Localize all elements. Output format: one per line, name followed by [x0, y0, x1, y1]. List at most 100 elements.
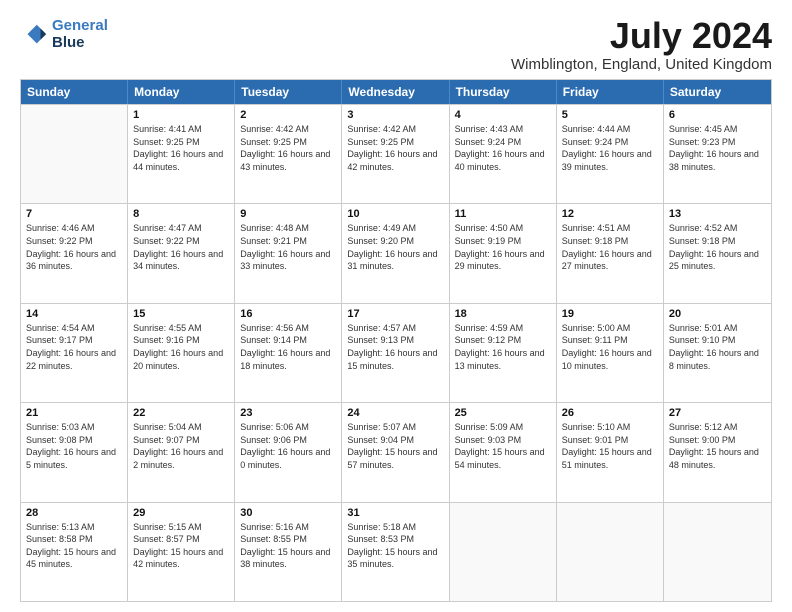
subtitle: Wimblington, England, United Kingdom [511, 56, 772, 73]
day-number: 27 [669, 407, 766, 419]
calendar-cell: 31 Sunrise: 5:18 AMSunset: 8:53 PMDaylig… [342, 503, 449, 601]
calendar-cell: 4 Sunrise: 4:43 AMSunset: 9:24 PMDayligh… [450, 105, 557, 203]
cell-content: Sunrise: 4:49 AMSunset: 9:20 PMDaylight:… [347, 222, 443, 272]
calendar-cell: 20 Sunrise: 5:01 AMSunset: 9:10 PMDaylig… [664, 304, 771, 402]
calendar-cell: 30 Sunrise: 5:16 AMSunset: 8:55 PMDaylig… [235, 503, 342, 601]
cell-content: Sunrise: 4:51 AMSunset: 9:18 PMDaylight:… [562, 222, 658, 272]
cell-content: Sunrise: 4:48 AMSunset: 9:21 PMDaylight:… [240, 222, 336, 272]
day-number: 14 [26, 308, 122, 320]
header-monday: Monday [128, 80, 235, 104]
calendar-cell: 15 Sunrise: 4:55 AMSunset: 9:16 PMDaylig… [128, 304, 235, 402]
cell-content: Sunrise: 4:54 AMSunset: 9:17 PMDaylight:… [26, 322, 122, 372]
calendar-cell: 13 Sunrise: 4:52 AMSunset: 9:18 PMDaylig… [664, 204, 771, 302]
cell-content: Sunrise: 5:16 AMSunset: 8:55 PMDaylight:… [240, 521, 336, 571]
calendar-cell [664, 503, 771, 601]
cell-content: Sunrise: 4:41 AMSunset: 9:25 PMDaylight:… [133, 123, 229, 173]
day-number: 24 [347, 407, 443, 419]
cell-content: Sunrise: 5:01 AMSunset: 9:10 PMDaylight:… [669, 322, 766, 372]
calendar-cell: 7 Sunrise: 4:46 AMSunset: 9:22 PMDayligh… [21, 204, 128, 302]
calendar-cell: 1 Sunrise: 4:41 AMSunset: 9:25 PMDayligh… [128, 105, 235, 203]
calendar-cell: 24 Sunrise: 5:07 AMSunset: 9:04 PMDaylig… [342, 403, 449, 501]
calendar-cell: 25 Sunrise: 5:09 AMSunset: 9:03 PMDaylig… [450, 403, 557, 501]
calendar-cell: 17 Sunrise: 4:57 AMSunset: 9:13 PMDaylig… [342, 304, 449, 402]
day-number: 29 [133, 507, 229, 519]
cell-content: Sunrise: 4:43 AMSunset: 9:24 PMDaylight:… [455, 123, 551, 173]
logo-text: General Blue [52, 18, 108, 51]
day-number: 23 [240, 407, 336, 419]
cell-content: Sunrise: 4:45 AMSunset: 9:23 PMDaylight:… [669, 123, 766, 173]
cell-content: Sunrise: 4:56 AMSunset: 9:14 PMDaylight:… [240, 322, 336, 372]
calendar-row-1: 1 Sunrise: 4:41 AMSunset: 9:25 PMDayligh… [21, 104, 771, 203]
calendar-row-4: 21 Sunrise: 5:03 AMSunset: 9:08 PMDaylig… [21, 402, 771, 501]
calendar-cell: 26 Sunrise: 5:10 AMSunset: 9:01 PMDaylig… [557, 403, 664, 501]
calendar-cell: 18 Sunrise: 4:59 AMSunset: 9:12 PMDaylig… [450, 304, 557, 402]
header-wednesday: Wednesday [342, 80, 449, 104]
cell-content: Sunrise: 4:47 AMSunset: 9:22 PMDaylight:… [133, 222, 229, 272]
calendar: Sunday Monday Tuesday Wednesday Thursday… [20, 79, 772, 602]
cell-content: Sunrise: 5:18 AMSunset: 8:53 PMDaylight:… [347, 521, 443, 571]
day-number: 22 [133, 407, 229, 419]
header-thursday: Thursday [450, 80, 557, 104]
day-number: 10 [347, 208, 443, 220]
cell-content: Sunrise: 5:00 AMSunset: 9:11 PMDaylight:… [562, 322, 658, 372]
cell-content: Sunrise: 4:46 AMSunset: 9:22 PMDaylight:… [26, 222, 122, 272]
logo: General Blue [20, 18, 108, 51]
day-number: 19 [562, 308, 658, 320]
calendar-cell: 21 Sunrise: 5:03 AMSunset: 9:08 PMDaylig… [21, 403, 128, 501]
calendar-row-2: 7 Sunrise: 4:46 AMSunset: 9:22 PMDayligh… [21, 203, 771, 302]
calendar-cell [557, 503, 664, 601]
calendar-cell: 28 Sunrise: 5:13 AMSunset: 8:58 PMDaylig… [21, 503, 128, 601]
day-number: 26 [562, 407, 658, 419]
cell-content: Sunrise: 5:06 AMSunset: 9:06 PMDaylight:… [240, 421, 336, 471]
calendar-cell: 2 Sunrise: 4:42 AMSunset: 9:25 PMDayligh… [235, 105, 342, 203]
calendar-cell: 12 Sunrise: 4:51 AMSunset: 9:18 PMDaylig… [557, 204, 664, 302]
calendar-cell: 9 Sunrise: 4:48 AMSunset: 9:21 PMDayligh… [235, 204, 342, 302]
calendar-cell: 8 Sunrise: 4:47 AMSunset: 9:22 PMDayligh… [128, 204, 235, 302]
cell-content: Sunrise: 4:59 AMSunset: 9:12 PMDaylight:… [455, 322, 551, 372]
calendar-cell: 14 Sunrise: 4:54 AMSunset: 9:17 PMDaylig… [21, 304, 128, 402]
day-number: 18 [455, 308, 551, 320]
calendar-cell: 5 Sunrise: 4:44 AMSunset: 9:24 PMDayligh… [557, 105, 664, 203]
day-number: 7 [26, 208, 122, 220]
header: General Blue July 2024 Wimblington, Engl… [20, 18, 772, 73]
day-number: 16 [240, 308, 336, 320]
header-sunday: Sunday [21, 80, 128, 104]
calendar-cell: 23 Sunrise: 5:06 AMSunset: 9:06 PMDaylig… [235, 403, 342, 501]
header-saturday: Saturday [664, 80, 771, 104]
calendar-cell: 6 Sunrise: 4:45 AMSunset: 9:23 PMDayligh… [664, 105, 771, 203]
cell-content: Sunrise: 5:04 AMSunset: 9:07 PMDaylight:… [133, 421, 229, 471]
day-number: 21 [26, 407, 122, 419]
cell-content: Sunrise: 4:55 AMSunset: 9:16 PMDaylight:… [133, 322, 229, 372]
calendar-row-5: 28 Sunrise: 5:13 AMSunset: 8:58 PMDaylig… [21, 502, 771, 601]
calendar-cell: 29 Sunrise: 5:15 AMSunset: 8:57 PMDaylig… [128, 503, 235, 601]
day-number: 8 [133, 208, 229, 220]
cell-content: Sunrise: 4:42 AMSunset: 9:25 PMDaylight:… [240, 123, 336, 173]
cell-content: Sunrise: 4:50 AMSunset: 9:19 PMDaylight:… [455, 222, 551, 272]
day-number: 25 [455, 407, 551, 419]
header-tuesday: Tuesday [235, 80, 342, 104]
calendar-cell: 11 Sunrise: 4:50 AMSunset: 9:19 PMDaylig… [450, 204, 557, 302]
cell-content: Sunrise: 5:09 AMSunset: 9:03 PMDaylight:… [455, 421, 551, 471]
day-number: 9 [240, 208, 336, 220]
calendar-cell: 27 Sunrise: 5:12 AMSunset: 9:00 PMDaylig… [664, 403, 771, 501]
cell-content: Sunrise: 4:42 AMSunset: 9:25 PMDaylight:… [347, 123, 443, 173]
day-number: 30 [240, 507, 336, 519]
calendar-cell: 10 Sunrise: 4:49 AMSunset: 9:20 PMDaylig… [342, 204, 449, 302]
cell-content: Sunrise: 4:57 AMSunset: 9:13 PMDaylight:… [347, 322, 443, 372]
main-title: July 2024 [511, 18, 772, 54]
calendar-cell: 3 Sunrise: 4:42 AMSunset: 9:25 PMDayligh… [342, 105, 449, 203]
cell-content: Sunrise: 4:52 AMSunset: 9:18 PMDaylight:… [669, 222, 766, 272]
cell-content: Sunrise: 4:44 AMSunset: 9:24 PMDaylight:… [562, 123, 658, 173]
day-number: 12 [562, 208, 658, 220]
calendar-cell [21, 105, 128, 203]
day-number: 4 [455, 109, 551, 121]
page: General Blue July 2024 Wimblington, Engl… [0, 0, 792, 612]
day-number: 17 [347, 308, 443, 320]
day-number: 31 [347, 507, 443, 519]
day-number: 3 [347, 109, 443, 121]
day-number: 5 [562, 109, 658, 121]
cell-content: Sunrise: 5:12 AMSunset: 9:00 PMDaylight:… [669, 421, 766, 471]
cell-content: Sunrise: 5:03 AMSunset: 9:08 PMDaylight:… [26, 421, 122, 471]
calendar-cell: 22 Sunrise: 5:04 AMSunset: 9:07 PMDaylig… [128, 403, 235, 501]
title-block: July 2024 Wimblington, England, United K… [511, 18, 772, 73]
